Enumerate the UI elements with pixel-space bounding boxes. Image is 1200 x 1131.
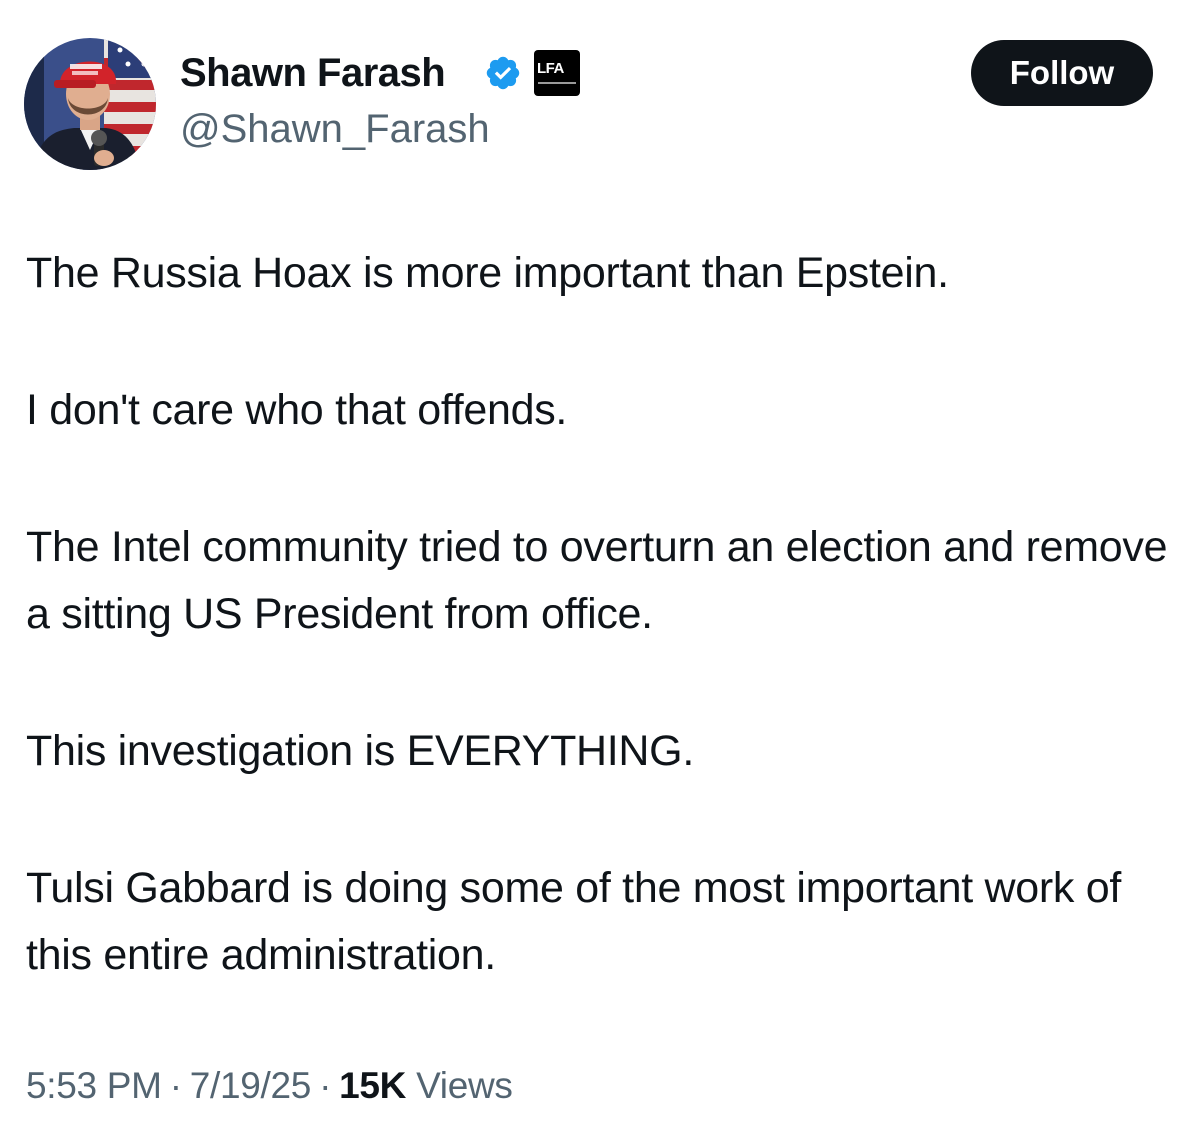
tweet-paragraph: This investigation is EVERYTHING. [26,727,694,775]
follow-button[interactable]: Follow [971,40,1153,106]
tweet-time[interactable]: 5:53 PM [26,1065,162,1106]
author-display-name[interactable]: Shawn Farash [180,48,446,98]
tweet-text: The Russia Hoax is more important than E… [26,240,1186,989]
tweet-paragraph: Tulsi Gabbard is doing some of the most … [26,864,1122,979]
tweet-paragraph: The Intel community tried to overturn an… [26,523,1168,638]
avatar[interactable] [24,38,156,170]
verified-badge-icon[interactable] [484,54,522,92]
meta-separator: · [319,1065,332,1106]
views-label: Views [416,1065,513,1106]
avatar-photo [24,38,156,170]
tweet-meta: 5:53 PM · 7/19/25 · 15K Views [26,1058,513,1114]
author-handle[interactable]: @Shawn_Farash [180,104,490,154]
meta-separator: · [169,1065,182,1106]
affiliate-badge[interactable]: LFA [534,50,580,96]
affiliate-badge-label: LFA [537,60,564,77]
tweet-date[interactable]: 7/19/25 [190,1065,312,1106]
tweet-paragraph: I don't care who that offends. [26,386,568,434]
tweet-card: Shawn Farash LFA @Shawn_Farash Follow Th… [0,0,1200,1131]
views-count[interactable]: 15K [339,1065,406,1106]
tweet-paragraph: The Russia Hoax is more important than E… [26,249,949,297]
affiliate-badge-underline [538,82,576,84]
